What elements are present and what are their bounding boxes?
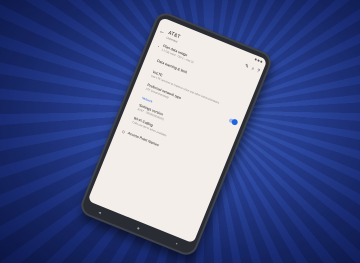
warning-icon xyxy=(149,57,157,60)
volte-icon xyxy=(144,70,152,73)
battery-icon xyxy=(260,59,263,63)
search-icon[interactable]: ⌕ xyxy=(250,66,255,73)
preferred-network-toggle[interactable] xyxy=(228,118,239,127)
nav-back-icon[interactable]: ◂ xyxy=(97,210,102,217)
nav-recents-icon[interactable]: ▪ xyxy=(174,241,178,247)
nav-home-icon[interactable]: ● xyxy=(136,225,141,232)
toggle-knob xyxy=(230,118,239,127)
wifi-calling-icon xyxy=(125,117,133,120)
back-arrow-icon[interactable]: ← xyxy=(158,28,166,36)
help-icon[interactable]: ? xyxy=(256,68,261,75)
network-icon xyxy=(138,83,146,86)
edit-icon[interactable]: ✎ xyxy=(244,63,250,70)
info-icon xyxy=(130,104,138,107)
